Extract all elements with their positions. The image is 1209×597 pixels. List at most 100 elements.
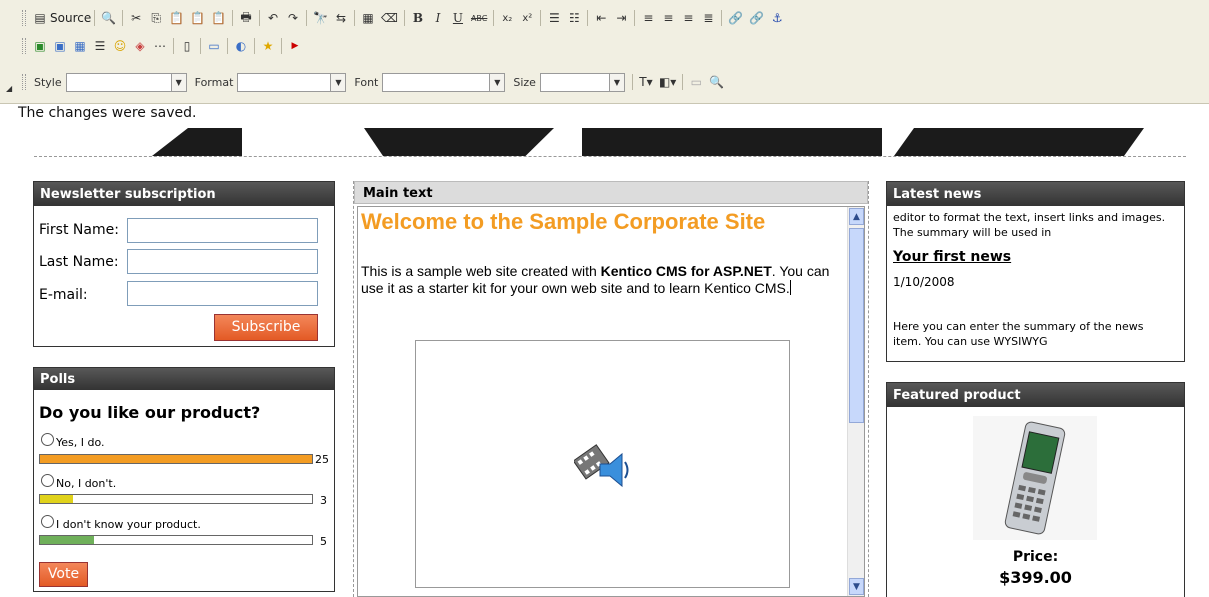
quick-link-icon[interactable]: ◐ [231, 36, 251, 56]
toolbar-grip[interactable] [22, 10, 26, 26]
paste-icon[interactable]: 📋 [166, 8, 187, 28]
chevron-down-icon[interactable]: ▼ [330, 73, 346, 91]
toolbar-separator [540, 10, 542, 26]
poll-radio-yes[interactable] [41, 433, 54, 446]
favorite-icon[interactable]: ★ [258, 36, 278, 56]
scroll-down-icon[interactable]: ▼ [849, 578, 864, 595]
chevron-down-icon[interactable]: ▼ [608, 73, 624, 91]
poll-result-bar [39, 494, 313, 504]
align-center-icon[interactable]: ≡ [658, 8, 678, 28]
find-icon[interactable]: 🔭 [310, 8, 331, 28]
price-value: $399.00 [999, 568, 1072, 587]
toolbar-grip[interactable] [22, 38, 26, 54]
toolbar-separator [254, 38, 255, 54]
underline-button[interactable]: U [448, 8, 468, 28]
indent-icon[interactable]: ⇥ [611, 8, 631, 28]
format-combo[interactable]: ▼ [237, 72, 347, 92]
poll-count: 3 [320, 494, 327, 507]
source-icon[interactable]: ▤ [30, 8, 50, 28]
horizontal-rule-icon[interactable]: ☰ [90, 36, 110, 56]
polls-panel: Polls Do you like our product? Yes, I do… [33, 367, 335, 592]
subscribe-button[interactable]: Subscribe [214, 314, 318, 341]
bulleted-list-icon[interactable]: ☷ [564, 8, 584, 28]
product-name: Kentico CMS for ASP.NET [600, 263, 772, 279]
font-combo[interactable]: ▼ [382, 72, 506, 92]
paste-text-icon[interactable]: 📋 [187, 8, 208, 28]
style-combo[interactable]: ▼ [65, 72, 187, 92]
wysiwyg-editor[interactable]: Welcome to the Sample Corporate Site Thi… [357, 206, 865, 597]
first-name-input[interactable] [127, 218, 318, 243]
undo-icon[interactable]: ↶ [263, 8, 283, 28]
cut-icon[interactable]: ✂ [126, 8, 146, 28]
insert-image-icon[interactable]: ▣ [30, 36, 50, 56]
spell-check-icon[interactable]: 🔍 [706, 72, 727, 92]
chevron-down-icon[interactable]: ▼ [489, 73, 505, 91]
featured-product-panel: Featured product Price: $399.00 [886, 382, 1185, 597]
italic-button[interactable]: I [428, 8, 448, 28]
poll-bar-fill [40, 495, 73, 503]
numbered-list-icon[interactable]: ☰ [544, 8, 564, 28]
scroll-thumb[interactable] [849, 228, 864, 423]
poll-bar-fill [40, 536, 95, 544]
media-placeholder[interactable] [415, 340, 790, 588]
email-label: E-mail: [39, 287, 88, 303]
vote-button[interactable]: Vote [39, 562, 88, 587]
poll-radio-no[interactable] [41, 474, 54, 487]
source-button[interactable]: Source [50, 11, 91, 25]
main-text-zone: Main text Welcome to the Sample Corporat… [353, 181, 869, 597]
email-input[interactable] [127, 281, 318, 306]
page-heading[interactable]: Welcome to the Sample Corporate Site [361, 209, 765, 235]
align-right-icon[interactable]: ≡ [678, 8, 698, 28]
unlink-icon[interactable]: 🔗 [746, 8, 767, 28]
text-color-icon[interactable]: T▾ [636, 72, 656, 92]
youtube-icon[interactable]: ▶ [285, 36, 305, 56]
inline-control-icon[interactable]: ▯ [177, 36, 197, 56]
print-icon[interactable]: 🖶 [236, 8, 256, 28]
select-all-icon[interactable]: ▦ [358, 8, 378, 28]
intro-text: This is a sample web site created with [361, 263, 601, 279]
toolbar-grip[interactable] [22, 74, 26, 90]
justify-icon[interactable]: ≣ [698, 8, 718, 28]
latest-news-panel: Latest news editor to format the text, i… [886, 181, 1185, 362]
maximize-icon[interactable]: ▭ [686, 72, 706, 92]
page-break-icon[interactable]: ⋯ [150, 36, 170, 56]
toolbar-separator [232, 10, 234, 26]
outdent-icon[interactable]: ⇤ [591, 8, 611, 28]
copy-icon[interactable]: ⎘ [146, 8, 166, 28]
subscript-button[interactable]: x₂ [497, 8, 517, 28]
background-color-icon[interactable]: ◧▾ [656, 72, 679, 92]
editor-scrollbar[interactable]: ▲ ▼ [847, 207, 864, 596]
phone-icon [1004, 421, 1066, 535]
collapse-toolbar-icon[interactable]: ◢ [6, 84, 14, 102]
insert-table-icon[interactable]: ▦ [70, 36, 90, 56]
size-combo[interactable]: ▼ [539, 72, 625, 92]
toolbar-separator [94, 10, 96, 26]
intro-paragraph[interactable]: This is a sample web site created with K… [361, 263, 847, 297]
smiley-icon[interactable]: ☺ [110, 36, 130, 56]
align-left-icon[interactable]: ≡ [638, 8, 658, 28]
special-char-icon[interactable]: ◈ [130, 36, 150, 56]
polls-title: Polls [34, 368, 334, 390]
poll-question: Do you like our product? [39, 403, 261, 422]
poll-radio-unknown[interactable] [41, 515, 54, 528]
preview-icon[interactable]: 🔍 [98, 8, 119, 28]
insert-media-icon[interactable]: ▣ [50, 36, 70, 56]
redo-icon[interactable]: ↷ [283, 8, 303, 28]
anchor-icon[interactable]: ⚓ [767, 8, 787, 28]
last-name-input[interactable] [127, 249, 318, 274]
toolbar-separator [227, 38, 228, 54]
strikethrough-button[interactable]: ABC [468, 8, 490, 28]
replace-icon[interactable]: ⇆ [331, 8, 351, 28]
scroll-up-icon[interactable]: ▲ [849, 208, 864, 225]
product-image[interactable] [973, 416, 1097, 540]
poll-count: 5 [320, 535, 327, 548]
superscript-button[interactable]: x² [517, 8, 537, 28]
link-icon[interactable]: 🔗 [725, 8, 746, 28]
toolbar-row-2: ▣ ▣ ▦ ☰ ☺ ◈ ⋯ ▯ ▭ ◐ ★ ▶ [22, 34, 305, 58]
paste-word-icon[interactable]: 📋 [208, 8, 229, 28]
insert-form-icon[interactable]: ▭ [204, 36, 224, 56]
remove-format-icon[interactable]: ⌫ [378, 8, 401, 28]
chevron-down-icon[interactable]: ▼ [170, 73, 186, 91]
news-item-link[interactable]: Your first news [893, 249, 1011, 265]
bold-button[interactable]: B [408, 8, 428, 28]
